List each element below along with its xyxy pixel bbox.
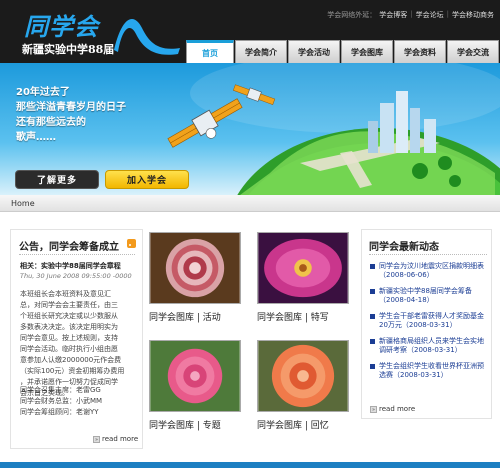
notice-body-line: 总，对同学会会主要责任，由三 [20,301,118,309]
logo-subtitle: 新疆实验中学88届 [22,43,115,56]
notice-body-line: 多数表决决定。该决定用明实为 [20,323,118,331]
arrow-right-icon: » [370,405,377,413]
site-header: 同学会 新疆实验中学88届 学会网络外延： 学会博客 | 学会论坛 | 学会移动… [0,0,500,63]
notice-date: Thu, 30 June 2008 09:55:00 -0000 [20,272,132,280]
news-item[interactable]: 同学会为汶川地震灾区捐款明细表（2008-06-06） [370,262,490,280]
gallery-item[interactable]: 同学会图库 | 活动 [149,232,243,323]
gallery-caption[interactable]: 同学会图库 | 活动 [149,310,243,323]
news-panel: 同学会最新动态 同学会为汶川地震灾区捐款明细表（2008-06-06） 新疆实验… [361,229,492,419]
notice-body-line: 个班组长研究决定或以少数服从 [20,312,118,320]
news-list: 同学会为汶川地震灾区捐款明细表（2008-06-06） 新疆实验中学88届同学会… [370,262,490,387]
top-links-label: 学会网络外延： [327,11,377,19]
notice-read-more[interactable]: » read more [93,435,138,443]
gallery-caption[interactable]: 同学会图库 | 专题 [149,418,243,431]
banner-line: 还有那些远去的 [16,117,86,128]
arrow-right-icon: » [93,435,100,443]
notice-body: 本班组长会本班资料及意见汇 总，对同学会会主要责任，由三 个班组长研究决定或以少… [20,289,138,399]
photo-pink-rose[interactable] [149,340,241,412]
tab-gallery[interactable]: 学会图库 [341,40,393,63]
signer-line: 同学会筹组顾问：老谢YY [20,408,99,416]
main-nav: 首页 学会简介 学会活动 学会图库 学会资料 学会交流 [186,40,500,63]
signer-line: 同学会财务总监：小武MM [20,397,103,405]
breadcrumb-bar: Home [0,195,500,212]
notice-body-line: 同学会意见。按上述规则，支持 [20,334,118,342]
notice-body-line: 同学会活动。临时执行小组由愿 [20,345,118,353]
photo-chrysanthemum[interactable] [149,232,241,304]
gallery-item[interactable]: 同学会图库 | 专题 [149,340,243,431]
news-item[interactable]: 新疆格商局组织人员来学生会实地调研考察（2008-03-31） [370,337,490,355]
photo-gallery: 同学会图库 | 活动 同学会图库 | 特写 同学会图库 | 专题 同学会图库 |… [149,232,354,447]
tab-about[interactable]: 学会简介 [235,40,287,63]
tab-exchange[interactable]: 学会交流 [447,40,499,63]
banner-line: 歌声…… [16,132,56,143]
gallery-item[interactable]: 同学会图库 | 特写 [257,232,351,323]
hero-banner: 20年过去了 那些洋溢青春岁月的日子 还有那些远去的 歌声…… 了解更多 加入学… [0,63,500,195]
notice-body-line: 意参加人认缴2000000元作会费 [20,356,122,364]
gallery-caption[interactable]: 同学会图库 | 特写 [257,310,351,323]
learn-more-button[interactable]: 了解更多 [15,170,99,189]
photo-orange-rose[interactable] [257,340,349,412]
notice-headline[interactable]: 相关：实验中学88届同学会章程 [20,261,121,271]
main-content: 公告，同学会筹备成立 相关：实验中学88届同学会章程 Thu, 30 June … [0,212,500,462]
link-mobile[interactable]: 学会移动商务 [452,10,494,20]
separator: | [410,10,413,18]
banner-text: 20年过去了 那些洋溢青春岁月的日子 还有那些远去的 歌声…… [16,85,126,145]
notice-body-line: （实际100元）资金初期筹办费用 [20,367,125,375]
logo-title[interactable]: 同学会 [24,7,99,42]
link-blog[interactable]: 学会博客 [379,10,407,20]
gallery-caption[interactable]: 同学会图库 | 回忆 [257,418,351,431]
notice-title[interactable]: 公告，同学会筹备成立 [19,238,119,253]
notice-panel: 公告，同学会筹备成立 相关：实验中学88届同学会章程 Thu, 30 June … [10,229,143,449]
news-item[interactable]: 新疆实验中学88届同学会筹备（2008-04-18） [370,287,490,305]
divider [369,254,487,255]
separator: | [446,10,449,18]
join-button[interactable]: 加入学会 [105,170,189,189]
read-more-label: read more [102,435,139,443]
gallery-item[interactable]: 同学会图库 | 回忆 [257,340,351,431]
signer-line: 同学会召集主席：老雷GG [20,386,101,394]
photo-pink-flower[interactable] [257,232,349,304]
logo-swoosh-icon [114,18,180,55]
link-forum[interactable]: 学会论坛 [416,10,444,20]
read-more-label: read more [379,405,416,413]
news-read-more[interactable]: » read more [370,405,415,413]
tab-home[interactable]: 首页 [186,40,234,63]
footer-bar [0,462,500,468]
banner-line: 那些洋溢青春岁月的日子 [16,102,126,113]
tab-materials[interactable]: 学会资料 [394,40,446,63]
news-item[interactable]: 学生会干部老雷获得人才奖励基金20万元（2008-03-31） [370,312,490,330]
news-item[interactable]: 学生会组织学生收看世界杯亚洲预选赛（2008-03-31） [370,362,490,380]
tab-events[interactable]: 学会活动 [288,40,340,63]
top-links: 学会网络外延： 学会博客 | 学会论坛 | 学会移动商务 [327,10,494,20]
notice-signers: 同学会召集主席：老雷GG 同学会财务总监：小武MM 同学会筹组顾问：老谢YY [20,385,102,418]
news-title[interactable]: 同学会最新动态 [369,238,439,253]
divider [19,254,135,255]
breadcrumb-home[interactable]: Home [11,199,35,208]
banner-line: 20年过去了 [16,87,70,98]
notice-body-line: 本班组长会本班资料及意见汇 [20,290,111,298]
rss-icon[interactable] [127,239,136,248]
